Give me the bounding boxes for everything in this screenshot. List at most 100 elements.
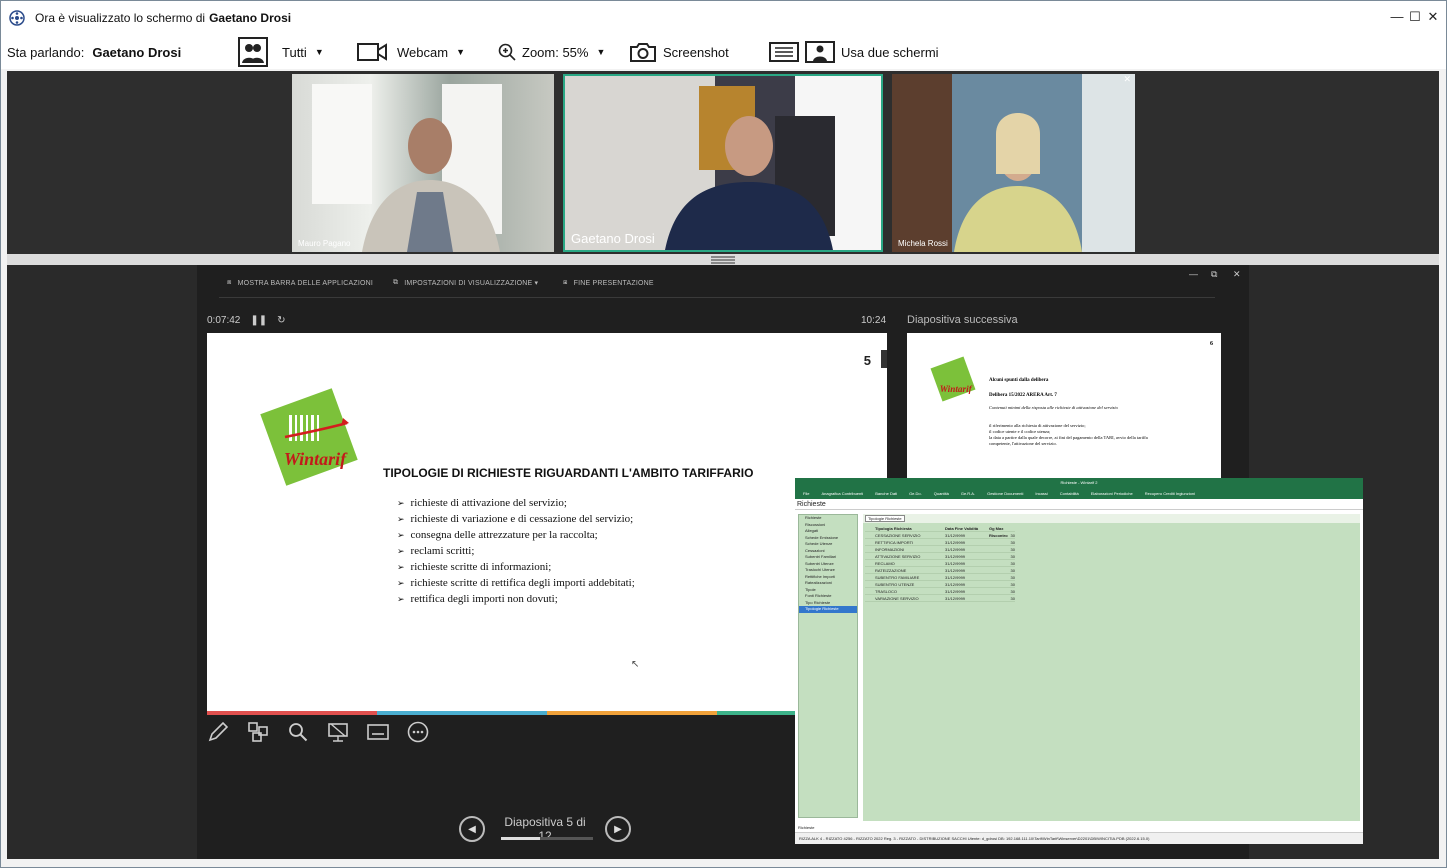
next-bullets: il riferimento alla richiesta di attivaz… — [989, 423, 1169, 447]
next-slide-icon[interactable]: ▶ — [605, 816, 631, 842]
column-header[interactable]: Data Fine Validità — [945, 525, 989, 531]
display-settings-button[interactable]: ⧉ IMPOSTAZIONI DI VISUALIZZAZIONE ▾ — [393, 279, 538, 287]
pp-close-icon[interactable]: ✕ — [1233, 269, 1241, 280]
more-options-icon[interactable] — [407, 721, 429, 743]
menu-item[interactable]: Ge.Do. — [909, 491, 922, 496]
subtitles-icon[interactable] — [367, 721, 389, 743]
column-header[interactable]: Gg Max Riscontro — [989, 525, 1015, 538]
table-row[interactable]: CESSAZIONE SERVIZIO 31/12/9999 30 — [865, 532, 1015, 539]
grid-toolbar: Tipologie Richieste — [863, 514, 1360, 523]
grid-cell: 31/12/9999 — [945, 568, 966, 573]
video-tile-3[interactable]: Michela Rossi ✕ — [892, 74, 1135, 252]
slide-number: 5 — [863, 353, 871, 368]
menu-item[interactable]: Elaborazioni Periodiche — [1091, 491, 1133, 496]
menu-item[interactable]: Anagrafica Contribuenti — [821, 491, 863, 496]
video-strip: Mauro Pagano Gaetano Drosi Michela Rossi… — [7, 71, 1439, 254]
pause-icon[interactable]: ❚❚ — [250, 315, 267, 326]
wintarif-menu: File Anagrafica Contribuenti Banche Dati… — [795, 488, 1363, 499]
wintarif-footer: Richieste — [798, 825, 815, 830]
grid-cell: TRASLOCO — [875, 589, 898, 594]
table-row[interactable]: VARIAZIONE SERVIZIO 31/12/9999 30 — [865, 595, 1015, 602]
zoom-in-icon — [498, 43, 516, 61]
column-header[interactable]: Tipologia Richiesta — [865, 525, 945, 531]
next-line1: Alcuni spunti dalla delibera — [989, 378, 1049, 383]
maximize-icon[interactable]: ☐ — [1408, 9, 1422, 25]
title-presenter: Gaetano Drosi — [209, 11, 292, 25]
wintarif-logo: Wintarif — [260, 388, 358, 486]
table-row[interactable]: RATEIZZAZIONE 31/12/9999 30 — [865, 567, 1015, 574]
pp-restore-icon[interactable]: ⧉ — [1211, 269, 1218, 280]
menu-item[interactable]: Incassi — [1035, 491, 1047, 496]
zoom-button[interactable]: Zoom: 55% ▼ — [498, 39, 605, 65]
menu-item[interactable]: Ge.R.A. — [961, 491, 975, 496]
bullet-item: consegna delle attrezzature per la racco… — [397, 527, 635, 543]
bullet-item: richieste di attivazione del servizio; — [397, 495, 635, 511]
minimize-icon[interactable]: — — [1390, 9, 1404, 25]
shared-screen: ⧈ MOSTRA BARRA DELLE APPLICAZIONI ⧉ IMPOST… — [7, 265, 1439, 859]
wintarif-section: Richieste — [795, 499, 1363, 510]
screen-pointer-icon[interactable] — [327, 721, 349, 743]
menu-item[interactable]: Recupero Crediti Ingiunzioni — [1145, 491, 1195, 496]
close-video-icon[interactable]: ✕ — [1123, 74, 1131, 85]
grid-cell: 30 — [1010, 533, 1015, 538]
end-show-button[interactable]: ⧆ FINE PRESENTAZIONE — [563, 279, 654, 287]
table-row[interactable]: SUBENTRO UTENZE 31/12/9999 30 — [865, 581, 1015, 588]
screenshot-button[interactable]: Screenshot — [629, 39, 729, 65]
show-taskbar-button[interactable]: ⧈ MOSTRA BARRA DELLE APPLICAZIONI — [227, 279, 373, 287]
timer: 0:07:42 ❚❚ ↻ — [207, 315, 286, 326]
slide-progress-fill — [501, 837, 540, 840]
drag-handle-icon — [711, 256, 735, 263]
wintarif-title: Richieste - Wintarif 2 — [795, 478, 1363, 488]
next-line2: Delibera 15/2022 ARERA Art. 7 — [989, 393, 1057, 398]
participant-silhouette — [892, 74, 1135, 252]
tree-item-selected[interactable]: Tipologie Richieste — [799, 606, 857, 613]
list-icon — [769, 42, 799, 62]
video-tile-1[interactable]: Mauro Pagano — [292, 74, 554, 252]
video-name-3: Michela Rossi — [898, 239, 948, 248]
video-tile-2[interactable]: Gaetano Drosi — [563, 74, 883, 252]
menu-item[interactable]: Banche Dati — [875, 491, 897, 496]
menu-item[interactable]: File — [803, 491, 809, 496]
magnifier-icon[interactable] — [287, 721, 309, 743]
all-label: Tutti — [282, 44, 307, 60]
previous-slide-icon[interactable]: ◀ — [459, 816, 485, 842]
table-row[interactable]: ATTIVAZIONE SERVIZIO 31/12/9999 30 — [865, 553, 1015, 560]
menu-item[interactable]: Contabilità — [1060, 491, 1079, 496]
next-slide-preview[interactable]: 6 Wintarif Alcuni spunti dalla delibera … — [907, 333, 1221, 479]
grid-cell: SUBENTRO UTENZE — [875, 582, 915, 587]
slides-grid-icon[interactable] — [247, 721, 269, 743]
grid-cell: 31/12/9999 — [945, 589, 966, 594]
close-icon[interactable]: ✕ — [1426, 9, 1440, 25]
menu-item[interactable]: Quantità — [934, 491, 949, 496]
pp-minimize-icon[interactable]: — — [1189, 269, 1198, 279]
logo-text-small: Wintarif — [940, 384, 973, 394]
user-screen-icon — [805, 41, 835, 63]
app-logo-icon — [9, 10, 25, 26]
webcam-button[interactable]: Webcam ▼ — [357, 39, 465, 65]
dual-screen-button[interactable]: Usa due schermi — [769, 39, 939, 65]
table-row[interactable]: INFORMAZIONI 31/12/9999 30 — [865, 546, 1015, 553]
slide-title: TIPOLOGIE DI RICHIESTE RIGUARDANTI L'AMB… — [383, 466, 754, 480]
table-row[interactable]: RECLAMO 31/12/9999 30 — [865, 560, 1015, 567]
all-button[interactable]: Tutti ▼ — [238, 37, 324, 67]
chevron-down-icon: ▼ — [314, 47, 324, 57]
next-line3: Contenuti minimi della risposta alle ric… — [989, 405, 1118, 410]
reset-icon[interactable]: ↻ — [277, 315, 285, 326]
grid-cell: CESSAZIONE SERVIZIO — [875, 533, 921, 538]
menu-item[interactable]: Gestione Documenti — [987, 491, 1023, 496]
video-name-1: Mauro Pagano — [298, 239, 351, 248]
pen-icon[interactable] — [207, 721, 229, 743]
data-grid: Tipologia Richiesta Data Fine Validità G… — [865, 525, 1015, 602]
grid-tab[interactable]: Tipologie Richieste — [865, 515, 905, 522]
grid-cell: 31/12/9999 — [945, 575, 966, 580]
taskbar-icon: ⧈ — [227, 279, 232, 286]
wintarif-grid-pane: Tipologie Richieste Tipologia Richiesta … — [863, 514, 1360, 821]
wintarif-window[interactable]: Richieste - Wintarif 2 File Anagrafica C… — [795, 478, 1363, 844]
table-row[interactable]: SUBENTRO FAMILIARE 31/12/9999 30 — [865, 574, 1015, 581]
slide-bullets: richieste di attivazione del servizio; r… — [397, 495, 635, 607]
table-row[interactable]: TRASLOCO 31/12/9999 30 — [865, 588, 1015, 595]
splitter-handle[interactable] — [7, 254, 1439, 265]
speaking-name: Gaetano Drosi — [92, 44, 182, 60]
table-row[interactable]: RETTIFICA IMPORTI 31/12/9999 30 — [865, 539, 1015, 546]
title-prefix: Ora è visualizzato lo schermo di — [35, 11, 206, 25]
